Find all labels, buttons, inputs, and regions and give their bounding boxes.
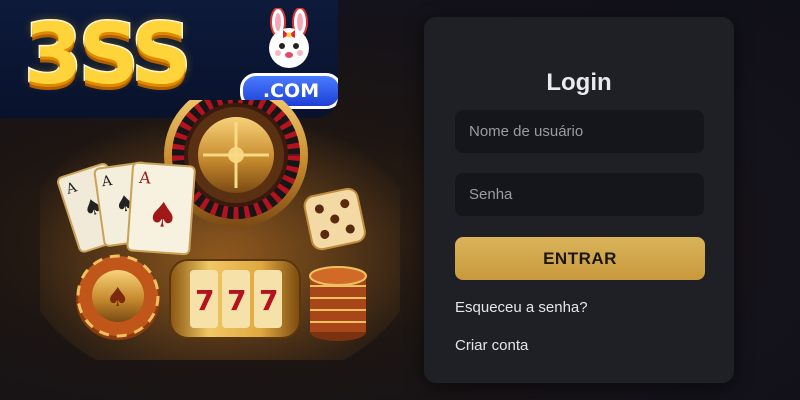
svg-text:7: 7 [227, 284, 246, 317]
username-input[interactable] [455, 110, 704, 153]
login-title: Login [546, 69, 612, 96]
forgot-password-link[interactable]: Esqueceu a senha? [455, 299, 588, 316]
svg-text:A: A [138, 168, 152, 188]
slot-machine-icon: 7 7 7 [169, 259, 301, 339]
svg-text:7: 7 [195, 284, 214, 317]
dice-icon [303, 187, 366, 251]
create-account-link[interactable]: Criar conta [455, 337, 528, 354]
casino-illustration: A ♠ A ♠ A ♠ ♠ 7 7 7 [40, 100, 400, 360]
login-submit-button[interactable]: ENTRAR [455, 237, 705, 280]
chip-stack-icon [309, 266, 367, 341]
playing-cards-icon: A ♠ A ♠ A ♠ [57, 161, 196, 256]
svg-text:♠: ♠ [146, 195, 179, 237]
bunny-mascot-icon [269, 8, 309, 68]
svg-text:7: 7 [259, 284, 278, 317]
logo-brand-text: 3SS [23, 4, 194, 105]
password-input[interactable] [455, 173, 704, 216]
svg-text:♠: ♠ [106, 283, 129, 313]
